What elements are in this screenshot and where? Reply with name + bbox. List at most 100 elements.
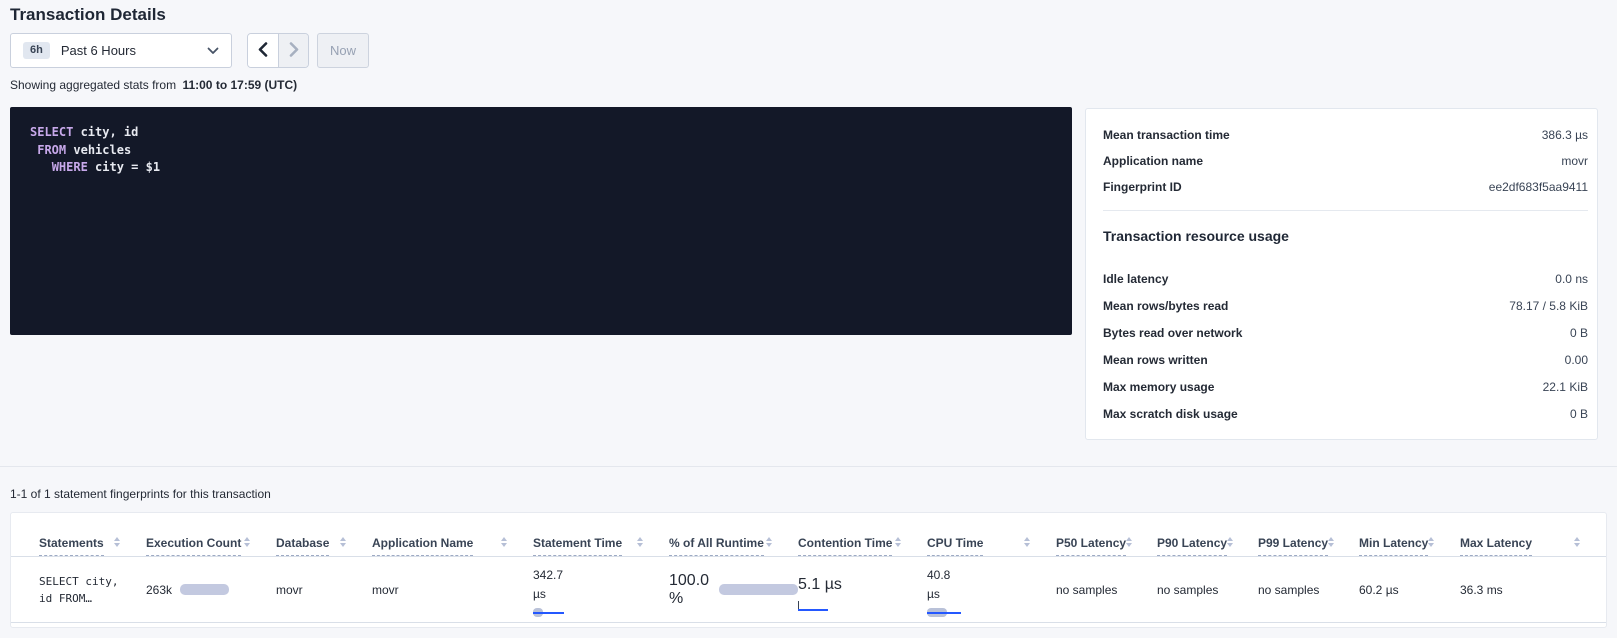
- sql-code: SELECT city, id FROM vehicles WHERE city…: [30, 124, 1052, 177]
- column-header-statements[interactable]: Statements: [39, 536, 146, 556]
- contention-time-cell: 5.1 µs: [798, 557, 927, 611]
- section-divider: [0, 466, 1617, 467]
- sort-up-arrow: [1227, 537, 1233, 541]
- sort-down-arrow: [114, 543, 120, 547]
- summary-label: Fingerprint ID: [1103, 180, 1182, 194]
- summary-row: Fingerprint ID ee2df683f5aa9411: [1103, 174, 1588, 200]
- sort-up-arrow: [1328, 537, 1334, 541]
- execution-count-cell: 263k: [146, 583, 276, 597]
- column-header-p50-latency[interactable]: P50 Latency: [1056, 536, 1157, 556]
- cpu-time-cell: 40.8µs: [927, 557, 1056, 617]
- bar-line: [927, 612, 961, 614]
- summary-value: movr: [1561, 154, 1588, 168]
- statement-cell[interactable]: SELECT city,id FROM…: [39, 573, 146, 607]
- summary-row: Bytes read over network0 B: [1103, 319, 1588, 346]
- column-header-statement-time[interactable]: Statement Time: [533, 536, 669, 556]
- sort-up-arrow: [114, 537, 120, 541]
- percent-value: 100.0: [669, 572, 709, 590]
- summary-divider: [1103, 210, 1588, 211]
- summary-value: 78.17 / 5.8 KiB: [1509, 299, 1588, 313]
- summary-label: Mean rows written: [1103, 353, 1208, 367]
- sort-up-arrow: [340, 537, 346, 541]
- sort-down-arrow: [1328, 543, 1334, 547]
- percent-bar: [719, 584, 798, 595]
- time-picker-row: 6h Past 6 Hours Now: [10, 33, 369, 68]
- sort-down-arrow: [340, 543, 346, 547]
- sort-icon: [1574, 537, 1580, 547]
- min-latency-cell: 60.2 µs: [1359, 583, 1460, 597]
- table-row[interactable]: SELECT city,id FROM…263kmovrmovr342.7µs1…: [11, 557, 1606, 623]
- summary-label: Mean transaction time: [1103, 128, 1230, 142]
- sort-icon: [1024, 537, 1030, 547]
- time-range-badge: 6h: [23, 42, 50, 59]
- chevron-right-icon: [289, 42, 299, 60]
- p50-latency-cell: no samples: [1056, 583, 1157, 597]
- statement-line: SELECT city,: [39, 573, 146, 590]
- column-header-label: P50 Latency: [1056, 536, 1126, 556]
- contention-bar: [798, 601, 828, 611]
- column-header-cpu-time[interactable]: CPU Time: [927, 536, 1056, 556]
- column-header-label: Statements: [39, 536, 104, 556]
- sort-up-arrow: [501, 537, 507, 541]
- statements-table-header: Statements Execution Count DatabaseApplica…: [11, 513, 1606, 557]
- resource-usage-rows: Idle latency 0.0 ns Mean rows/bytes read78…: [1103, 265, 1588, 427]
- summary-row: Max scratch disk usage0 B: [1103, 400, 1588, 427]
- sort-down-arrow: [637, 543, 643, 547]
- database-cell: movr: [276, 583, 372, 597]
- summary-value: ee2df683f5aa9411: [1489, 180, 1588, 194]
- column-header-p90-latency[interactable]: P90 Latency: [1157, 536, 1258, 556]
- column-header-min-latency[interactable]: Min Latency: [1359, 536, 1460, 556]
- time-next-button[interactable]: [278, 34, 308, 67]
- summary-row: Mean rows/bytes read78.17 / 5.8 KiB: [1103, 292, 1588, 319]
- execution-count-bar: [180, 584, 229, 595]
- sort-icon: [1227, 537, 1233, 547]
- aggregated-stats-range: 11:00 to 17:59 (UTC): [182, 78, 297, 92]
- sort-icon: [1428, 537, 1434, 547]
- column-header-of-all-runtime[interactable]: % of All Runtime: [669, 536, 798, 556]
- column-header-database[interactable]: Database: [276, 536, 372, 556]
- summary-label: Max memory usage: [1103, 380, 1214, 394]
- summary-label: Idle latency: [1103, 272, 1168, 286]
- summary-value: 0.0 ns: [1555, 272, 1588, 286]
- column-header-label: % of All Runtime: [669, 536, 764, 556]
- column-header-label: P99 Latency: [1258, 536, 1328, 556]
- sort-down-arrow: [1024, 543, 1030, 547]
- column-header-application-name[interactable]: Application Name: [372, 536, 533, 556]
- sort-up-arrow: [1574, 537, 1580, 541]
- column-header-max-latency[interactable]: Max Latency: [1460, 536, 1606, 556]
- summary-value: 386.3 µs: [1542, 128, 1588, 142]
- sort-up-arrow: [1428, 537, 1434, 541]
- summary-rows: Mean transaction time386.3 µsApplication…: [1103, 122, 1588, 200]
- contention-value: 5.1 µs: [798, 576, 927, 594]
- sort-down-arrow: [1126, 543, 1132, 547]
- time-now-button[interactable]: Now: [317, 33, 369, 68]
- sql-line: FROM vehicles: [30, 142, 1052, 160]
- sort-icon: [1328, 537, 1334, 547]
- column-header-label: Min Latency: [1359, 536, 1428, 556]
- percent-unit: %: [669, 590, 709, 608]
- statement-line: id FROM…: [39, 590, 146, 607]
- cpu-time-cell-value: 40.8: [927, 566, 1056, 585]
- aggregated-stats-prefix: Showing aggregated stats from: [10, 78, 176, 92]
- sort-icon: [501, 537, 507, 547]
- sort-up-arrow: [766, 537, 772, 541]
- chevron-down-icon: [207, 47, 219, 55]
- time-prev-button[interactable]: [248, 34, 278, 67]
- transaction-summary-card: Mean transaction time386.3 µsApplication…: [1085, 108, 1598, 440]
- sort-up-arrow: [895, 537, 901, 541]
- column-header-label: Execution Count: [146, 536, 241, 556]
- summary-row: Mean transaction time 386.3 µs: [1103, 122, 1588, 148]
- summary-row: Idle latency 0.0 ns: [1103, 265, 1588, 292]
- sort-up-arrow: [1024, 537, 1030, 541]
- column-header-contention-time[interactable]: Contention Time: [798, 536, 927, 556]
- time-range-dropdown[interactable]: 6h Past 6 Hours: [10, 33, 232, 68]
- time-step-buttons: [247, 33, 309, 68]
- aggregated-stats-line: Showing aggregated stats from 11:00 to 1…: [10, 78, 297, 92]
- bar-line: [533, 612, 564, 614]
- column-header-p99-latency[interactable]: P99 Latency: [1258, 536, 1359, 556]
- statement-time-cell: 342.7µs: [533, 557, 669, 617]
- column-header-label: Max Latency: [1460, 536, 1532, 556]
- statement-time-cell-value: 342.7: [533, 566, 669, 585]
- column-header-execution-count[interactable]: Execution Count: [146, 536, 276, 556]
- cpu-time-cell-bar: [927, 608, 961, 617]
